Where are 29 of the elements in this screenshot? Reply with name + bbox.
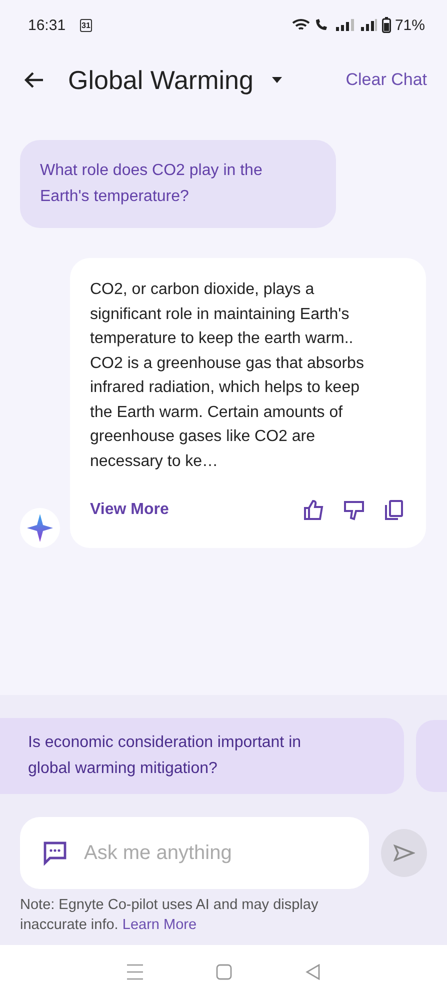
- battery-icon: [382, 17, 391, 33]
- ask-input-box[interactable]: Ask me anything: [20, 817, 369, 889]
- wifi-icon: [292, 18, 310, 32]
- home-square-icon[interactable]: [216, 964, 232, 980]
- suggestion-chip[interactable]: Is economic consideration important in global warming mitigation?: [0, 718, 404, 794]
- battery-level: 71%: [394, 16, 425, 34]
- thumbs-down-icon[interactable]: [342, 498, 366, 522]
- menu-icon[interactable]: [126, 964, 144, 980]
- calendar-icon: 31: [80, 18, 92, 32]
- chat-bubble-icon: [42, 840, 68, 866]
- clear-chat-button[interactable]: Clear Chat: [340, 66, 433, 94]
- back-triangle-icon[interactable]: [304, 964, 321, 980]
- signal-icon: [360, 19, 378, 31]
- bot-message: CO2, or carbon dioxide, plays a significant role in maintaining Earth's temperature to keep the earth warm.. CO2 is a greenhouse gas that absorbs infrared radiation, which helps to keep the Earth warm. Certain amounts of greenhouse gases like CO2 are necessary to ke…: [90, 280, 365, 472]
- status-time: 16:31: [28, 16, 66, 34]
- copy-icon[interactable]: [382, 498, 406, 522]
- thumbs-up-icon[interactable]: [302, 498, 326, 522]
- dropdown-caret-icon[interactable]: [271, 76, 284, 84]
- call-icon: [314, 18, 330, 32]
- learn-more-link[interactable]: Learn More: [122, 917, 197, 933]
- view-more-link[interactable]: View More: [90, 501, 169, 519]
- send-icon: [393, 844, 415, 862]
- ask-input-field[interactable]: Ask me anything: [82, 840, 351, 866]
- send-button[interactable]: [381, 829, 427, 877]
- sparkle-avatar-icon: [20, 508, 60, 548]
- disclaimer-note: Note: Egnyte Co-pilot uses AI and may display inaccurate info. Learn More: [20, 896, 320, 935]
- signal-icon: [334, 19, 356, 31]
- chat-title: Global Warming: [68, 64, 254, 96]
- user-message: What role does CO2 play in the Earth's temperature?: [20, 140, 336, 228]
